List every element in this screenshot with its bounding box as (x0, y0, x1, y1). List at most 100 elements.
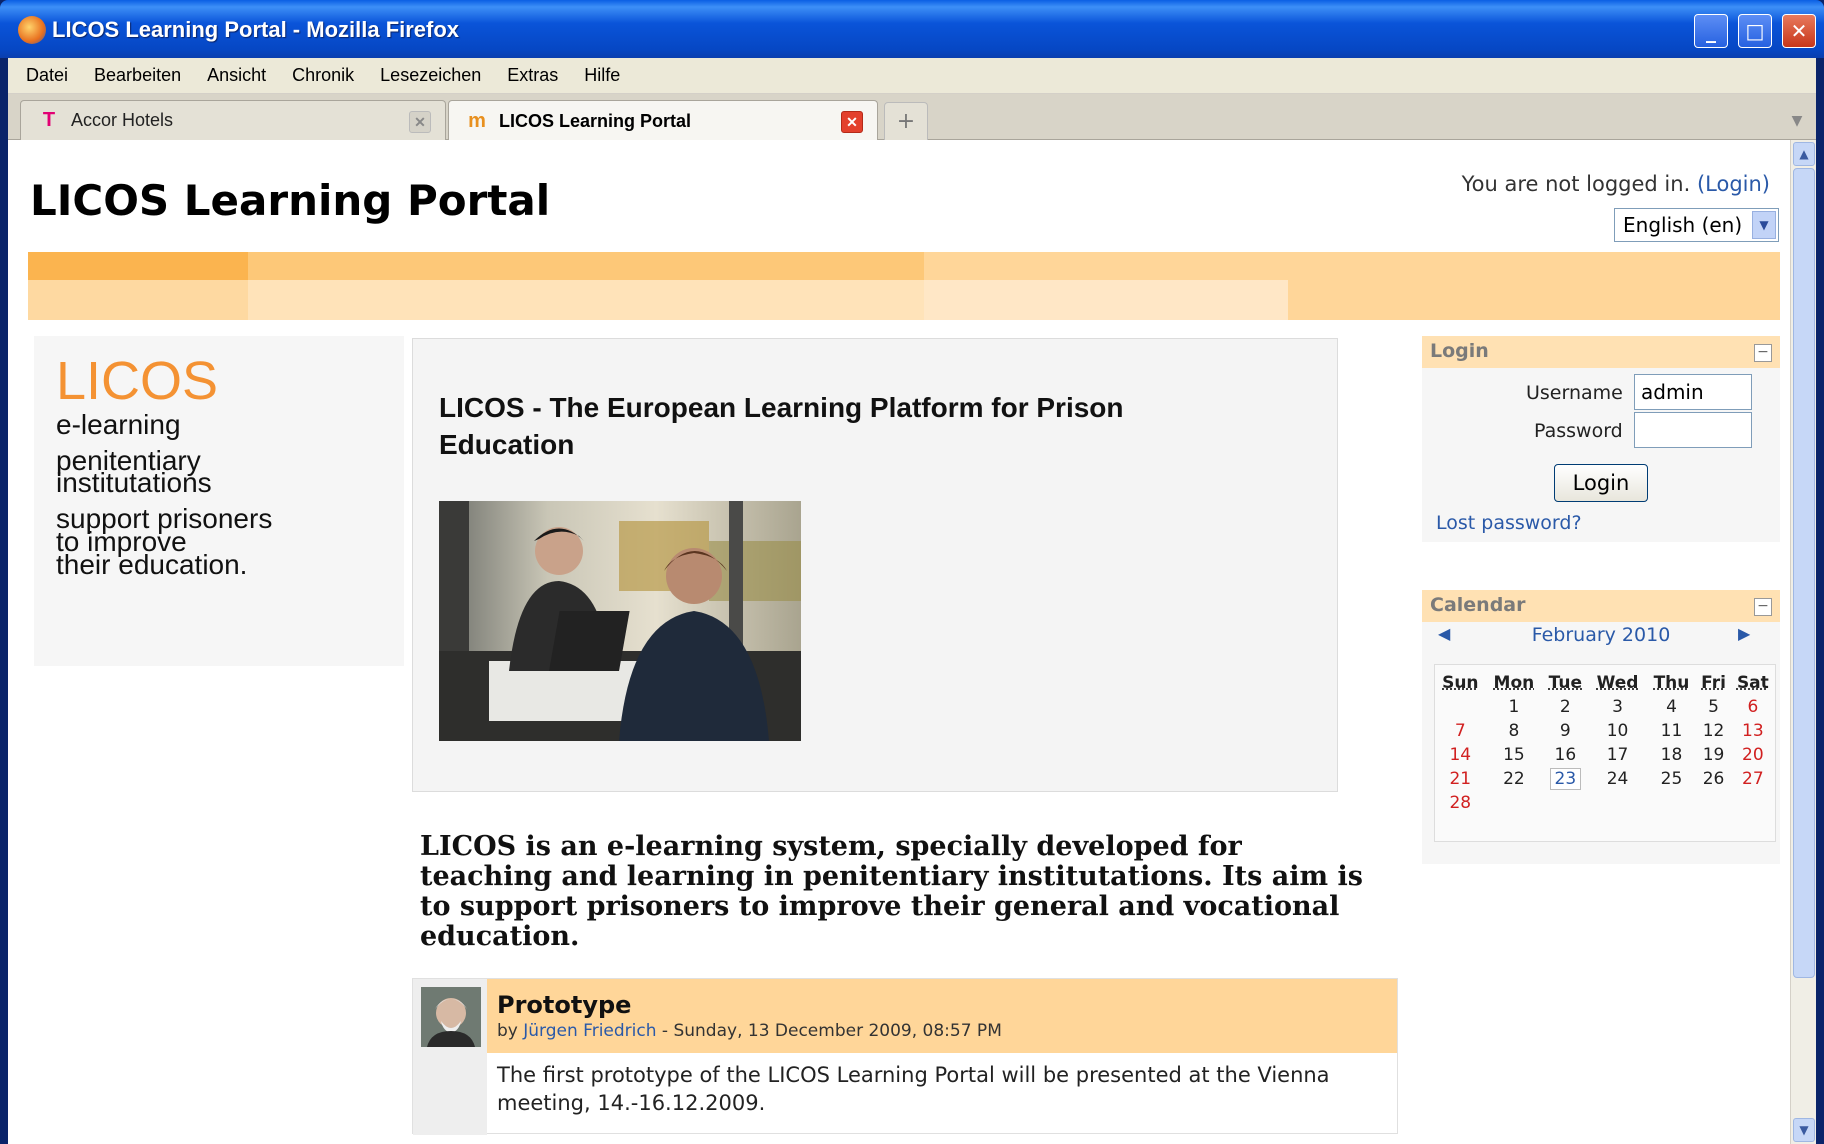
calendar-day[interactable]: 12 (1696, 719, 1730, 743)
prev-month-icon[interactable]: ◀ (1438, 624, 1450, 643)
scroll-thumb[interactable] (1793, 168, 1815, 978)
calendar-day[interactable]: 2 (1542, 695, 1588, 719)
login-button[interactable]: Login (1554, 464, 1648, 502)
menu-lesezeichen[interactable]: Lesezeichen (380, 65, 481, 86)
scroll-up-icon[interactable]: ▲ (1793, 142, 1815, 166)
calendar-week: 7 8 9 10 11 12 13 (1435, 719, 1775, 743)
calendar-day (1542, 791, 1588, 815)
next-month-icon[interactable]: ▶ (1738, 624, 1750, 643)
tab-accor-hotels[interactable]: T Accor Hotels ✕ (20, 100, 446, 140)
day-header: Tue (1548, 673, 1583, 693)
calendar-day[interactable]: 25 (1647, 767, 1697, 791)
calendar-day (1647, 791, 1697, 815)
close-button[interactable]: ✕ (1782, 14, 1816, 48)
browser-chrome: Datei Bearbeiten Ansicht Chronik Lesezei… (8, 58, 1816, 1144)
collapse-icon[interactable]: − (1754, 598, 1772, 616)
calendar-day[interactable]: 5 (1696, 695, 1730, 719)
chevron-down-icon[interactable]: ▼ (1752, 211, 1776, 239)
promo-line-institutations: institutations (56, 467, 212, 498)
menu-hilfe[interactable]: Hilfe (584, 65, 620, 86)
calendar-day[interactable]: 11 (1647, 719, 1697, 743)
licos-promo-block: LICOS e-learning penitentiary institutat… (34, 336, 404, 666)
password-label: Password (1534, 420, 1623, 442)
scroll-down-icon[interactable]: ▼ (1793, 1118, 1815, 1142)
day-header: Fri (1701, 673, 1726, 693)
title-bar: LICOS Learning Portal - Mozilla Firefox … (0, 0, 1824, 58)
avatar[interactable] (421, 987, 481, 1047)
calendar-day (1435, 695, 1486, 719)
menu-extras[interactable]: Extras (507, 65, 558, 86)
calendar-day[interactable]: 27 (1731, 767, 1775, 791)
calendar-block-title: Calendar (1430, 594, 1526, 616)
tab-close-icon[interactable]: ✕ (409, 111, 431, 133)
day-header: Mon (1493, 673, 1535, 693)
username-field[interactable]: admin (1634, 374, 1752, 410)
calendar-day[interactable]: 16 (1542, 743, 1588, 767)
calendar-day[interactable]: 7 (1435, 719, 1486, 743)
collapse-icon[interactable]: − (1754, 344, 1772, 362)
calendar-day[interactable]: 20 (1731, 743, 1775, 767)
post-date: - Sunday, 13 December 2009, 08:57 PM (661, 1021, 1002, 1041)
calendar-day[interactable]: 1 (1486, 695, 1543, 719)
tab-label: LICOS Learning Portal (499, 110, 692, 131)
vertical-scrollbar[interactable]: ▲ ▼ (1790, 140, 1816, 1144)
language-select[interactable]: English (en) ▼ (1614, 208, 1779, 242)
tab-bar: T Accor Hotels ✕ m LICOS Learning Portal… (8, 94, 1816, 141)
tab-close-icon[interactable]: ✕ (841, 111, 863, 133)
calendar-day[interactable]: 6 (1731, 695, 1775, 719)
header-banner (28, 252, 1780, 320)
calendar-day[interactable]: 13 (1731, 719, 1775, 743)
maximize-button[interactable]: □ (1738, 14, 1772, 48)
page-viewport: LICOS Learning Portal You are not logged… (8, 140, 1790, 1144)
news-post: Prototype by Jürgen Friedrich - Sunday, … (412, 978, 1398, 1135)
intro-box: LICOS - The European Learning Platform f… (412, 338, 1338, 792)
moodle-m-icon: m (468, 109, 486, 132)
calendar-day[interactable]: 21 (1435, 767, 1486, 791)
calendar-day[interactable]: 9 (1542, 719, 1588, 743)
calendar-day[interactable]: 10 (1589, 719, 1647, 743)
calendar-month[interactable]: February 2010 (1422, 624, 1780, 646)
calendar-day[interactable]: 3 (1589, 695, 1647, 719)
login-status: You are not logged in. (1461, 172, 1691, 196)
password-field[interactable] (1634, 412, 1752, 448)
calendar-day[interactable]: 22 (1486, 767, 1543, 791)
calendar-day (1731, 791, 1775, 815)
post-meta: by Jürgen Friedrich - Sunday, 13 Decembe… (497, 1021, 1002, 1041)
tab-list-chevron-icon[interactable]: ▼ (1782, 106, 1812, 136)
lost-password-link[interactable]: Lost password? (1436, 512, 1582, 534)
calendar-day[interactable]: 28 (1435, 791, 1486, 815)
post-author-link[interactable]: Jürgen Friedrich (523, 1021, 656, 1041)
calendar-day[interactable]: 19 (1696, 743, 1730, 767)
calendar-day[interactable]: 17 (1589, 743, 1647, 767)
calendar-day[interactable]: 23 (1542, 767, 1588, 791)
telekom-t-icon: T (42, 109, 56, 131)
calendar-day[interactable]: 26 (1696, 767, 1730, 791)
calendar-week: 21 22 23 24 25 26 27 (1435, 767, 1775, 791)
tab-licos[interactable]: m LICOS Learning Portal ✕ (448, 100, 878, 141)
calendar-day[interactable]: 8 (1486, 719, 1543, 743)
new-tab-button[interactable]: + (884, 102, 928, 140)
intro-title: LICOS - The European Learning Platform f… (439, 392, 1124, 460)
post-header: Prototype by Jürgen Friedrich - Sunday, … (487, 979, 1397, 1053)
calendar-grid: Sun Mon Tue Wed Thu Fri Sat 1 2 3 4 5 6 7 8 9 10 1… (1434, 664, 1776, 842)
promo-line-elearning: e-learning (56, 409, 181, 440)
calendar-day[interactable]: 4 (1647, 695, 1697, 719)
language-value: English (en) (1623, 213, 1743, 237)
calendar-today[interactable]: 23 (1549, 768, 1582, 790)
calendar-block-header: Calendar − (1422, 590, 1780, 622)
menu-bearbeiten[interactable]: Bearbeiten (94, 65, 181, 86)
calendar-week: 14 15 16 17 18 19 20 (1435, 743, 1775, 767)
calendar-day[interactable]: 15 (1486, 743, 1543, 767)
menu-ansicht[interactable]: Ansicht (207, 65, 266, 86)
post-subject: Prototype (497, 991, 632, 1019)
window-title: LICOS Learning Portal - Mozilla Firefox (52, 17, 460, 42)
menu-datei[interactable]: Datei (26, 65, 68, 86)
calendar-day[interactable]: 14 (1435, 743, 1486, 767)
menu-chronik[interactable]: Chronik (292, 65, 354, 86)
calendar-day[interactable]: 24 (1589, 767, 1647, 791)
day-header: Thu (1653, 673, 1690, 693)
calendar-day[interactable]: 18 (1647, 743, 1697, 767)
minimize-button[interactable]: _ (1694, 14, 1728, 48)
login-link[interactable]: (Login) (1697, 172, 1770, 196)
post-body: The first prototype of the LICOS Learnin… (497, 1063, 1330, 1115)
